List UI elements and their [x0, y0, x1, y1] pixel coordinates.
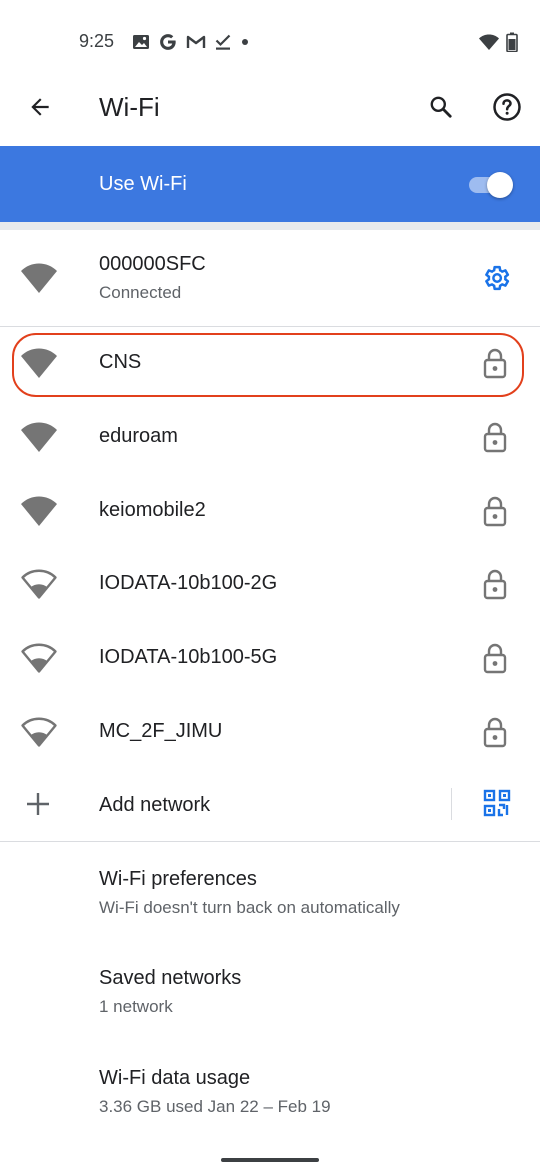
- back-button[interactable]: [20, 87, 60, 127]
- network-name: MC_2F_JIMU: [99, 720, 223, 742]
- use-wifi-bar[interactable]: Use Wi-Fi: [0, 146, 540, 222]
- page-title: Wi-Fi: [99, 92, 160, 122]
- pref-title: Wi-Fi data usage: [99, 1067, 251, 1089]
- pref-subtitle: 1 network: [99, 997, 173, 1016]
- lock-icon: [483, 496, 507, 527]
- qr-scan-icon: [483, 789, 511, 817]
- network-name: eduroam: [99, 425, 178, 447]
- network-row-eduroam[interactable]: eduroam: [0, 401, 540, 473]
- lock-icon: [483, 717, 507, 748]
- help-button[interactable]: [487, 87, 527, 127]
- network-name: IODATA-10b100-5G: [99, 646, 278, 668]
- gesture-nav-handle[interactable]: [221, 1158, 319, 1162]
- wifi-signal-full-icon: [21, 496, 57, 526]
- network-row-mc-2f-jimu[interactable]: MC_2F_JIMU: [0, 696, 540, 768]
- system-icons: [478, 30, 518, 54]
- vertical-divider: [451, 788, 452, 820]
- network-row-keiomobile2[interactable]: keiomobile2: [0, 475, 540, 547]
- use-wifi-toggle[interactable]: [469, 170, 515, 198]
- status-bar: 9:25: [0, 0, 540, 84]
- use-wifi-label: Use Wi-Fi: [99, 173, 187, 195]
- pref-title: Saved networks: [99, 967, 242, 989]
- wifi-signal-weak-icon: [21, 569, 57, 599]
- add-network-label: Add network: [99, 794, 211, 816]
- qr-scan-button[interactable]: [479, 785, 515, 821]
- connected-network-name: 000000SFC: [99, 253, 206, 275]
- connected-network-row[interactable]: 000000SFC Connected: [0, 236, 540, 324]
- wifi-preferences-item[interactable]: Wi-Fi preferences Wi-Fi doesn't turn bac…: [0, 868, 540, 948]
- connected-network-status: Connected: [99, 283, 182, 302]
- wifi-signal-weak-icon: [21, 717, 57, 747]
- highlight-annotation: [12, 333, 524, 397]
- network-row-iodata-5g[interactable]: IODATA-10b100-5G: [0, 622, 540, 694]
- wifi-data-usage-item[interactable]: Wi-Fi data usage 3.36 GB used Jan 22 – F…: [0, 1067, 540, 1147]
- battery-icon: [506, 32, 518, 52]
- toggle-thumb: [487, 172, 513, 198]
- network-name: keiomobile2: [99, 499, 206, 521]
- arrow-back-icon: [31, 98, 49, 116]
- wifi-signal-full-icon: [21, 422, 57, 452]
- pref-subtitle: 3.36 GB used Jan 22 – Feb 19: [99, 1097, 331, 1116]
- lock-icon: [483, 569, 507, 600]
- lock-icon: [483, 422, 507, 453]
- pref-title: Wi-Fi preferences: [99, 868, 257, 890]
- network-name: IODATA-10b100-2G: [99, 572, 278, 594]
- add-network-row[interactable]: Add network: [0, 770, 540, 840]
- gmail-icon: [186, 35, 206, 48]
- status-time: 9:25: [79, 31, 115, 51]
- google-icon: [160, 34, 176, 50]
- lock-icon: [483, 643, 507, 674]
- wifi-signal-full-icon: [21, 263, 57, 293]
- notification-icons: [132, 30, 250, 54]
- pref-subtitle: Wi-Fi doesn't turn back on automatically: [99, 898, 400, 917]
- list-divider: [0, 841, 540, 842]
- network-settings-button[interactable]: [476, 258, 516, 298]
- search-button[interactable]: [421, 87, 461, 127]
- photo-icon: [133, 35, 149, 49]
- dot-icon: [242, 39, 248, 45]
- saved-networks-item[interactable]: Saved networks 1 network: [0, 967, 540, 1047]
- section-divider: [0, 222, 540, 230]
- help-icon: [493, 93, 521, 121]
- gear-icon: [485, 265, 510, 291]
- wifi-signal-weak-icon: [21, 643, 57, 673]
- download-done-icon: [215, 34, 231, 50]
- plus-icon: [27, 793, 49, 815]
- network-row-iodata-2g[interactable]: IODATA-10b100-2G: [0, 548, 540, 620]
- app-bar: Wi-Fi: [0, 74, 540, 144]
- search-icon: [430, 96, 452, 118]
- wifi-icon: [479, 34, 499, 50]
